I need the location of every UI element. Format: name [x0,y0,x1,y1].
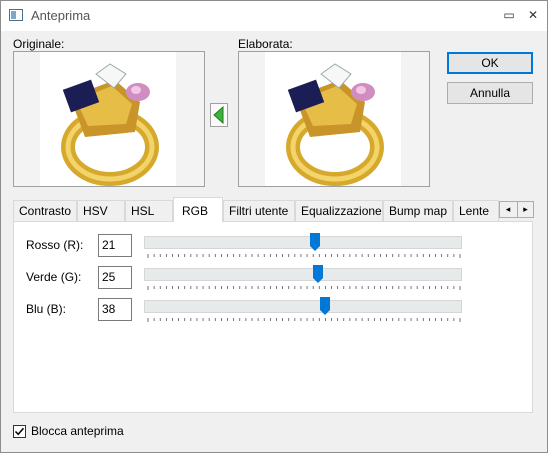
tab-bump-map[interactable]: Bump map [383,200,453,221]
slider-ticks [147,254,461,258]
tab-filtri-utente[interactable]: Filtri utente [223,200,295,221]
red-label: Rosso (R): [26,238,84,252]
arrow-left-icon [213,105,224,125]
tab-hsv[interactable]: HSV [77,200,125,221]
tab-scroll-left-icon[interactable]: ◂ [500,202,516,217]
green-label: Verde (G): [26,270,82,284]
blue-label: Blu (B): [26,302,67,316]
checkmark-icon [14,427,25,436]
tab-scroll-buttons: ◂ ▸ [499,201,534,218]
original-preview-image [13,51,205,187]
cancel-button[interactable]: Annulla [447,82,533,104]
window-title: Anteprima [31,8,91,23]
lock-preview-checkbox[interactable] [13,425,26,438]
tab-lente[interactable]: Lente [453,200,499,221]
red-value-field[interactable]: 21 [98,234,132,257]
original-label: Originale: [13,37,65,51]
tab-hsl[interactable]: HSL [125,200,173,221]
green-slider[interactable] [144,265,462,293]
slider-ticks [147,286,461,290]
processed-preview-image [238,51,430,187]
processed-label: Elaborata: [238,37,293,51]
ok-button[interactable]: OK [447,52,533,74]
slider-thumb[interactable] [313,265,324,283]
blue-value-field[interactable]: 38 [98,298,132,321]
tab-equalizzazione[interactable]: Equalizzazione [295,200,383,221]
preview-dialog: Anteprima ▭ ✕ Originale: Elaborata: OK A… [0,0,548,453]
slider-thumb[interactable] [310,233,321,251]
blue-slider[interactable] [144,297,462,325]
tab-scroll-right-icon[interactable]: ▸ [517,202,533,217]
slider-track [144,268,462,281]
ring-image [265,52,401,186]
close-button[interactable]: ✕ [523,6,543,24]
slider-track [144,300,462,313]
window-icon [9,9,23,21]
minimize-button[interactable]: ▭ [499,6,519,24]
red-slider[interactable] [144,233,462,261]
copy-preview-button[interactable] [210,103,228,127]
slider-thumb[interactable] [319,297,330,315]
tab-rgb[interactable]: RGB [173,197,223,222]
tab-contrasto[interactable]: Contrasto [13,200,77,221]
rgb-tab-panel: Rosso (R): 21 Verde (G): 25 Blu (B): 38 [13,221,533,413]
ring-image [40,52,176,186]
title-bar[interactable]: Anteprima ▭ ✕ [1,1,547,31]
green-value-field[interactable]: 25 [98,266,132,289]
slider-ticks [147,318,461,322]
lock-preview-label: Blocca anteprima [31,424,124,438]
slider-track [144,236,462,249]
